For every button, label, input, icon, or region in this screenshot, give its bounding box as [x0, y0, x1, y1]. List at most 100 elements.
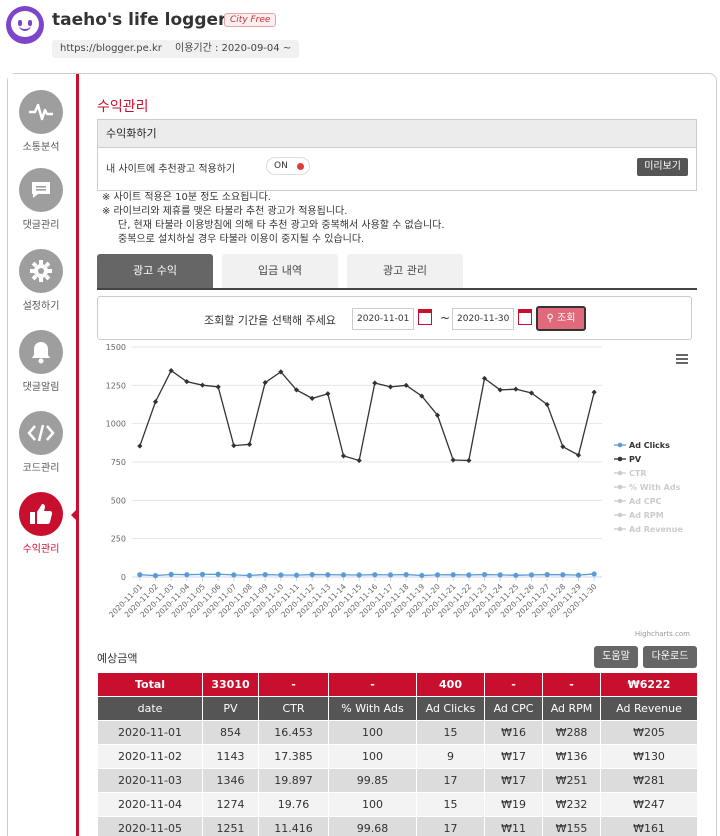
legend-marker	[617, 512, 623, 518]
column-header: Ad RPM	[542, 696, 601, 721]
ad-toggle[interactable]: ON	[266, 157, 310, 175]
legend-marker	[617, 498, 623, 504]
sidebar-item-analytics[interactable]: 소통분석	[8, 86, 74, 164]
thumbs-up-icon	[19, 492, 63, 536]
sidebar-item-comment-alerts[interactable]: 댓글알림	[8, 326, 74, 404]
table-cell: 100	[328, 720, 417, 745]
series-point	[199, 382, 206, 388]
series-point	[591, 389, 597, 395]
sidebar-item-label: 설정하기	[22, 301, 60, 312]
y-tick-label: 1500	[106, 343, 126, 352]
download-button[interactable]: 다운로드	[643, 646, 697, 668]
page-title: 수익관리	[97, 99, 149, 115]
series-point	[575, 572, 582, 578]
table-cell: 17	[416, 816, 485, 836]
table-cell: ₩205	[600, 720, 698, 745]
table-cell: ₩17	[484, 744, 543, 769]
sidebar-item-label: 코드관리	[22, 463, 60, 474]
y-tick-label: 500	[111, 496, 126, 505]
revenue-table: Total 33010- -400- - ₩6222 date PV CTR% With Ad…	[97, 672, 698, 836]
pulse-icon	[19, 90, 63, 134]
query-label: 조회할 기간을 선택해 주세요	[204, 314, 336, 327]
series-point	[309, 571, 315, 578]
search-button[interactable]: ⚲ 조회	[536, 306, 586, 331]
sidebar-item-settings[interactable]: 설정하기	[8, 245, 74, 323]
series-point	[544, 571, 550, 578]
blog-header: taeho's life logger City Free https://bl…	[0, 0, 720, 72]
table-row: 2020-11-04 1274 19.76 100 15 ₩19 ₩232 ₩247	[97, 792, 698, 817]
table-cell: 19.897	[258, 768, 329, 793]
tab-ad-revenue[interactable]: 광고 수익	[97, 254, 213, 288]
series-point	[184, 572, 190, 578]
table-cell: ₩130	[600, 744, 698, 769]
series-point	[340, 572, 347, 578]
sidebar-item-label: 댓글관리	[22, 220, 60, 231]
table-cell: 11.416	[258, 816, 329, 836]
table-cell: ₩17	[484, 768, 543, 793]
series-point	[246, 441, 253, 447]
series-point	[481, 571, 488, 578]
legend-item: % With Ads	[629, 483, 681, 492]
table-cell: 1143	[202, 744, 259, 769]
tab-deposit-history[interactable]: 입금 내역	[222, 254, 338, 288]
preview-button[interactable]: 미리보기	[637, 158, 688, 176]
table-cell: ₩281	[600, 768, 698, 793]
table-cell: 9	[416, 744, 485, 769]
table-cell: ₩19	[484, 792, 543, 817]
table-row: 2020-11-02 1143 17.385 100 9 ₩17 ₩136 ₩130	[97, 744, 698, 769]
total-cell: -	[542, 672, 601, 697]
table-cell: 16.453	[258, 720, 329, 745]
usage-period: 이용기간 : 2020-09-04 ~	[167, 40, 300, 58]
column-header: Ad CPC	[484, 696, 543, 721]
monetize-header: 수익화하기	[98, 120, 696, 148]
revenue-chart: 0 250 500 750 1000 1250 1500 2020-11-01 2020-11-…	[88, 342, 708, 642]
sidebar-item-code[interactable]: 코드관리	[8, 407, 74, 485]
table-row: 2020-11-01 854 16.453 100 15 ₩16 ₩288 ₩205	[97, 720, 698, 745]
site-url[interactable]: https://blogger.pe.kr	[52, 40, 170, 58]
menu-icon	[676, 354, 688, 356]
code-icon	[19, 411, 63, 455]
table-cell: ₩251	[542, 768, 601, 793]
tab-ad-management[interactable]: 광고 관리	[347, 254, 463, 288]
sidebar-item-comments[interactable]: 댓글관리	[8, 164, 74, 242]
help-button[interactable]: 도움말	[594, 646, 638, 668]
table-cell: ₩16	[484, 720, 543, 745]
estimate-title: 예상금액	[97, 652, 138, 665]
table-cell: 15	[416, 792, 485, 817]
legend-item: Ad RPM	[629, 511, 664, 520]
date-from-input[interactable]: 2020-11-01	[352, 308, 414, 330]
total-cell: ₩6222	[600, 672, 698, 697]
date-to-input[interactable]: 2020-11-30	[452, 308, 514, 330]
series-point	[278, 572, 284, 578]
table-cell: 99.85	[328, 768, 417, 793]
table-cell: 854	[202, 720, 259, 745]
chart-svg: 02505007501000125015002020-11-012020-11-…	[106, 343, 691, 638]
series-point	[528, 572, 535, 578]
table-cell: 100	[328, 792, 417, 817]
range-separator: ~	[440, 311, 451, 325]
bell-icon	[19, 330, 63, 374]
monetize-panel: 수익화하기 내 사이트에 추천광고 적용하기 ON 미리보기	[97, 119, 697, 191]
table-cell: ₩232	[542, 792, 601, 817]
note-line: 단, 현재 타불라 이용방침에 의해 타 추천 광고와 중복해서 사용할 수 없…	[118, 220, 445, 231]
table-cell: ₩247	[600, 792, 698, 817]
legend-item: Ad Clicks	[629, 441, 670, 450]
table-cell: ₩155	[542, 816, 601, 836]
total-cell: 400	[416, 672, 485, 697]
y-tick-label: 1250	[106, 381, 126, 390]
total-cell: -	[484, 672, 543, 697]
menu-icon	[676, 362, 688, 364]
note-line: ※ 사이트 적용은 10분 정도 소요됩니다.	[102, 192, 271, 203]
notice-text: ※ 사이트 적용은 10분 정도 소요됩니다. ※ 라이브리와 제휴를 맺은 타…	[102, 191, 692, 247]
table-cell: 2020-11-04	[97, 792, 203, 817]
sidebar-item-revenue[interactable]: 수익관리	[8, 488, 74, 566]
sidebar-divider	[76, 74, 79, 836]
table-cell: ₩11	[484, 816, 543, 836]
logo-icon	[6, 6, 44, 44]
calendar-icon[interactable]	[518, 309, 532, 325]
table-cell: 1274	[202, 792, 259, 817]
calendar-icon[interactable]	[418, 309, 432, 325]
gear-icon	[19, 249, 63, 293]
legend-marker	[617, 484, 623, 490]
series-point	[246, 572, 253, 579]
